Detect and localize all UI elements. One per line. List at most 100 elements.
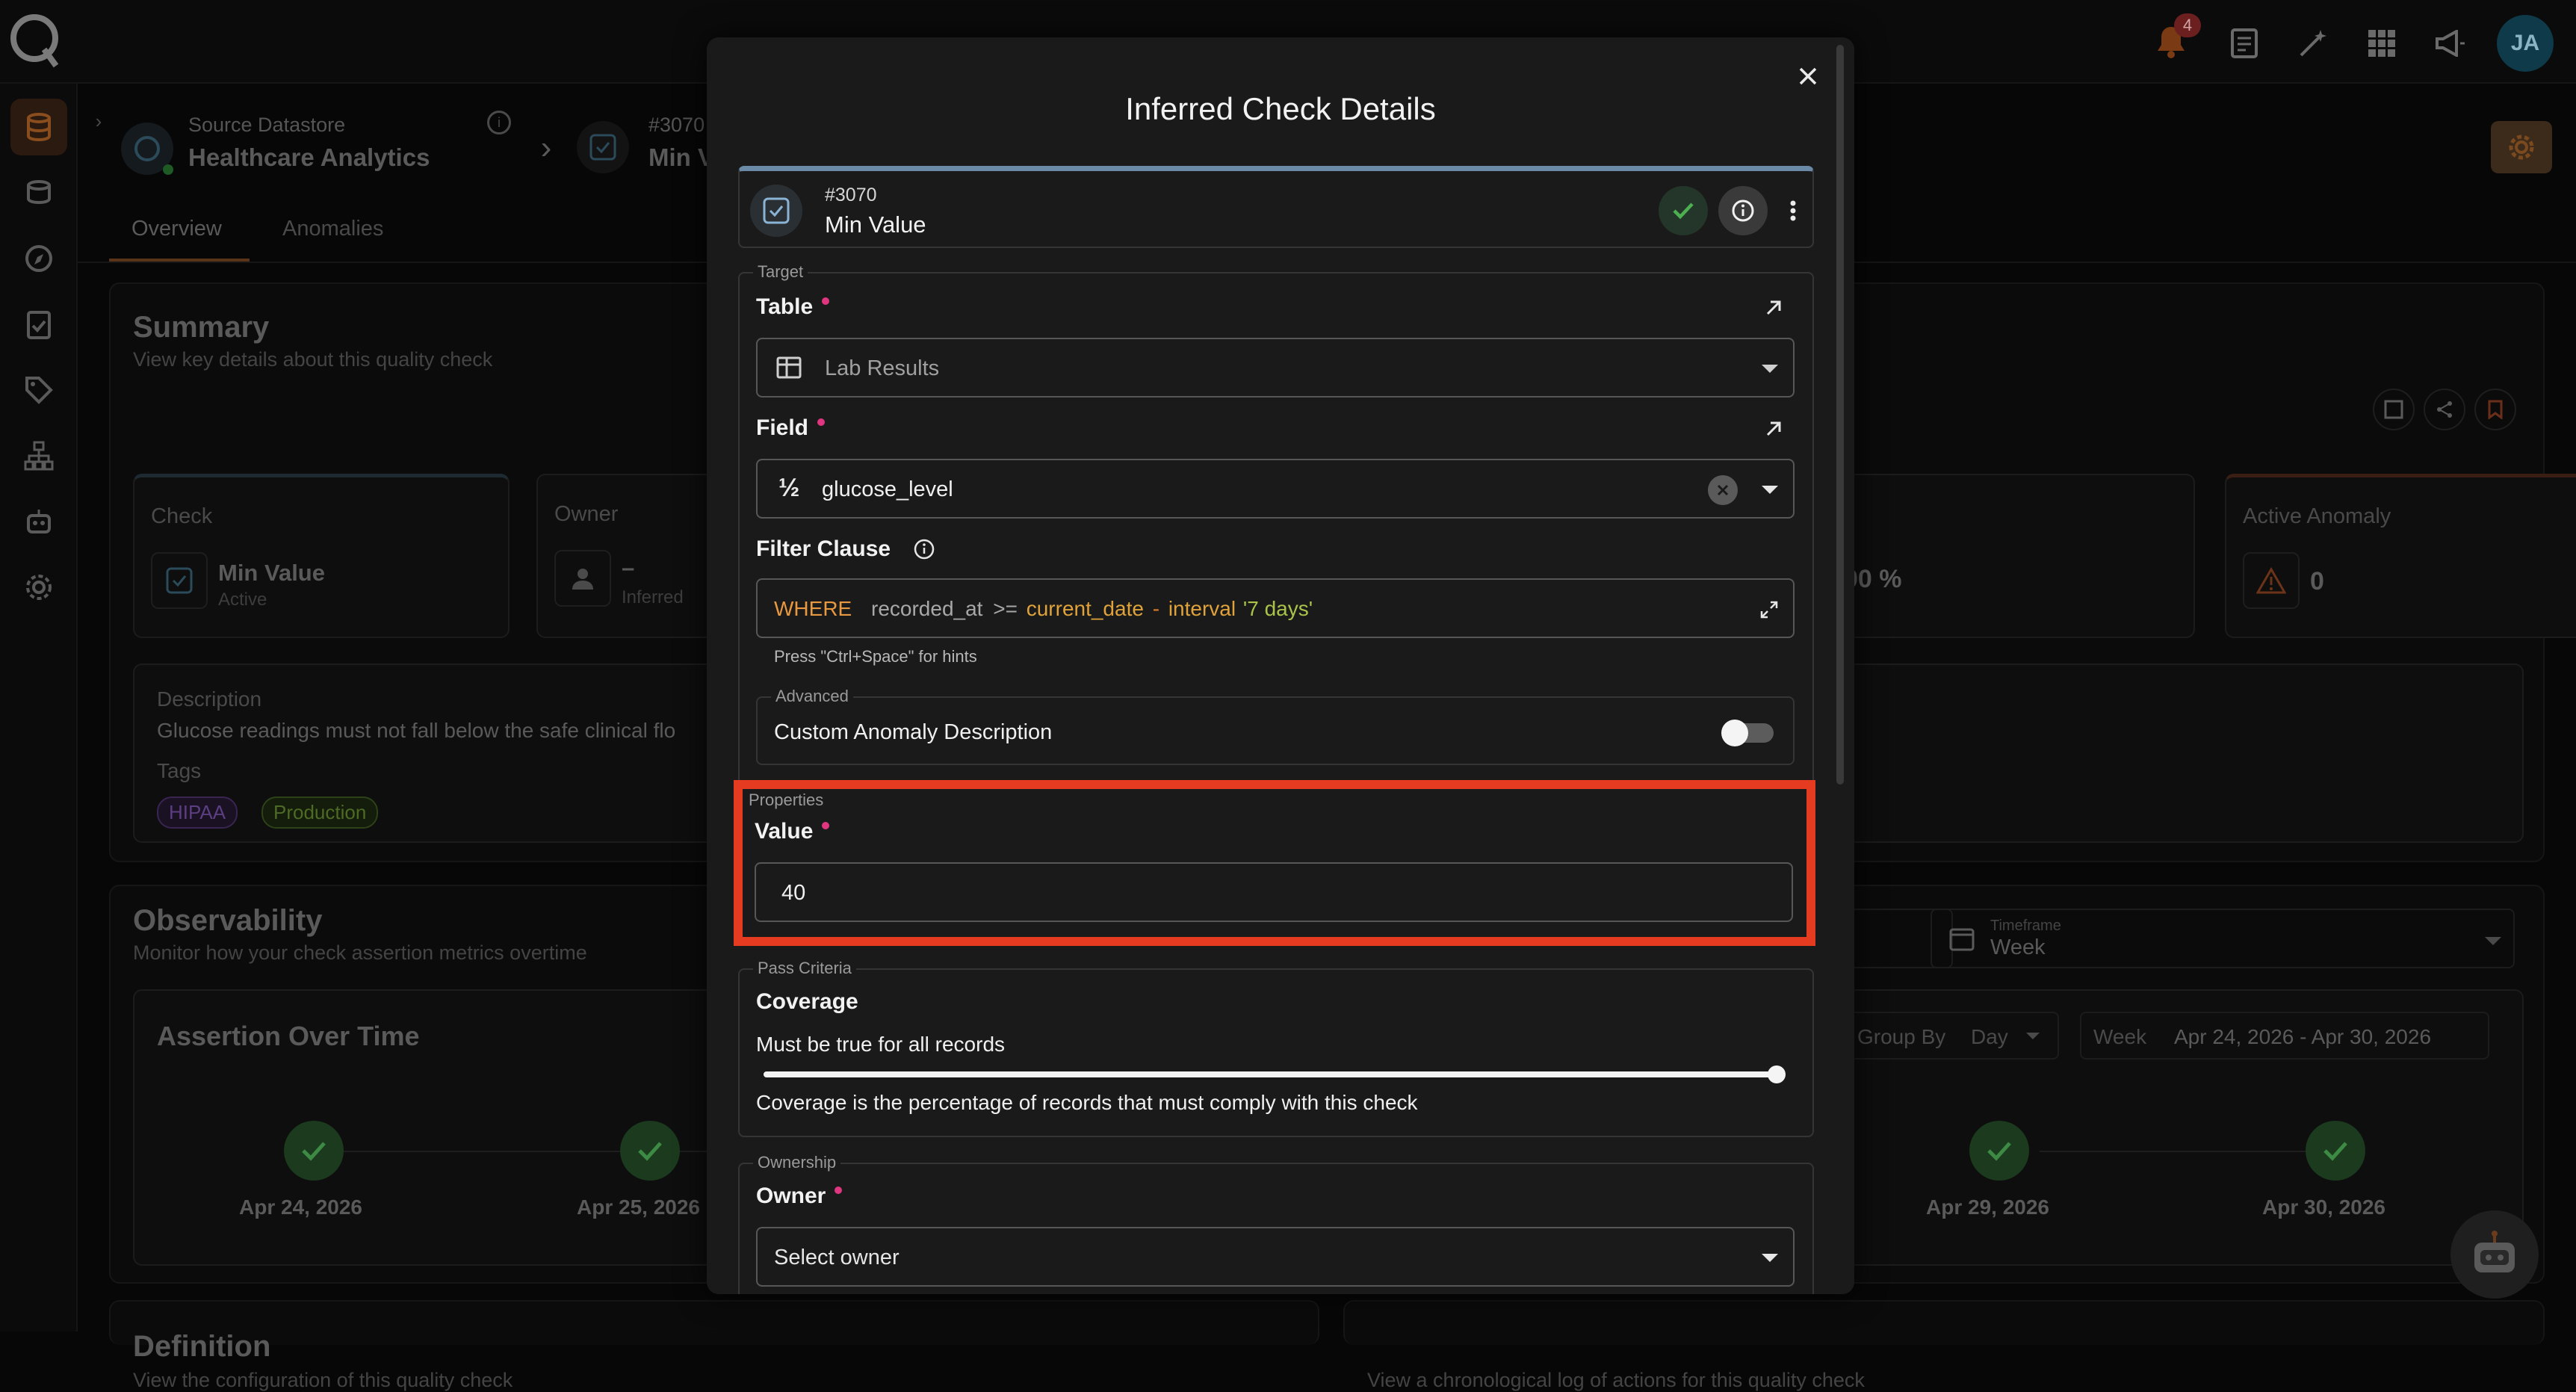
required-dot bbox=[835, 1187, 843, 1194]
description-text: Glucose readings must not fall below the… bbox=[157, 719, 676, 742]
compass-icon[interactable] bbox=[10, 230, 67, 287]
info-icon[interactable]: i bbox=[487, 111, 511, 134]
filter-info-icon[interactable] bbox=[911, 536, 937, 562]
logo-icon[interactable] bbox=[6, 10, 63, 70]
share-icon[interactable] bbox=[2424, 389, 2465, 430]
pass-check-icon[interactable] bbox=[2306, 1121, 2365, 1181]
avatar[interactable]: JA bbox=[2497, 15, 2554, 72]
bookmark-icon[interactable] bbox=[2474, 389, 2516, 430]
advanced-section: Advanced Custom Anomaly Description bbox=[756, 687, 1795, 765]
active-anomaly-card: Active Anomaly 0 bbox=[2225, 474, 2576, 638]
field-select[interactable]: ½ glucose_level bbox=[756, 459, 1795, 519]
custom-anomaly-desc-toggle[interactable] bbox=[1721, 720, 1774, 746]
timeframe-value: Week bbox=[1990, 935, 2046, 959]
fraction-type-icon: ½ bbox=[778, 474, 800, 502]
hierarchy-icon[interactable] bbox=[10, 427, 67, 484]
owner-label-wrap: Owner bbox=[756, 1184, 843, 1209]
definition-subtitle: View the configuration of this quality c… bbox=[133, 1369, 513, 1391]
tab-overview[interactable]: Overview bbox=[131, 217, 222, 241]
settings-button[interactable] bbox=[2491, 121, 2552, 173]
open-table-link-icon[interactable] bbox=[1760, 294, 1787, 321]
expand-icon[interactable] bbox=[1756, 596, 1783, 623]
field-label-wrap: Field bbox=[756, 415, 826, 441]
open-field-link-icon[interactable] bbox=[1760, 415, 1787, 442]
pass-criteria-section: Pass Criteria Coverage Must be true for … bbox=[738, 959, 1814, 1137]
tab-anomalies[interactable]: Anomalies bbox=[282, 217, 383, 241]
owner-card-label: Owner bbox=[554, 502, 619, 526]
summary-subtitle: View key details about this quality chec… bbox=[133, 348, 493, 371]
observability-title: Observability bbox=[133, 904, 323, 937]
observability-subtitle: Monitor how your check assertion metrics… bbox=[133, 941, 587, 964]
range-value: Apr 24, 2026 - Apr 30, 2026 bbox=[2174, 1025, 2432, 1048]
tag-icon[interactable] bbox=[10, 362, 67, 418]
target-legend: Target bbox=[753, 262, 808, 282]
assistant-bot-button[interactable] bbox=[2450, 1210, 2539, 1299]
check-card-label: Check bbox=[151, 504, 213, 528]
expand-sidebar-icon[interactable]: › bbox=[90, 106, 108, 136]
owner-label: Owner bbox=[756, 1184, 826, 1208]
more-options-icon[interactable] bbox=[1778, 186, 1808, 235]
coverage-slider-fill bbox=[764, 1071, 1777, 1077]
owner-placeholder: Select owner bbox=[774, 1246, 900, 1269]
tag-hipaa[interactable]: HIPAA bbox=[157, 796, 238, 829]
filter-column: recorded_at bbox=[871, 597, 983, 620]
filter-clause-editor[interactable]: WHERE recorded_at >= current_date - inte… bbox=[756, 578, 1795, 638]
active-status-check-icon[interactable] bbox=[1659, 186, 1708, 235]
check-card: Check Min Value Active bbox=[133, 474, 510, 638]
tag-production[interactable]: Production bbox=[261, 796, 379, 829]
document-icon[interactable] bbox=[2226, 25, 2262, 61]
source-name[interactable]: Healthcare Analytics bbox=[188, 143, 430, 172]
timeframe-select[interactable]: Timeframe Week bbox=[1931, 909, 2515, 968]
status-dot bbox=[163, 164, 173, 175]
info-icon[interactable] bbox=[1718, 186, 1768, 235]
robot-icon[interactable] bbox=[10, 493, 67, 550]
field-label: Field bbox=[756, 415, 809, 440]
coverage-slider-track[interactable] bbox=[764, 1065, 1786, 1083]
table-icon bbox=[774, 353, 804, 383]
summary-title: Summary bbox=[133, 311, 270, 344]
group-by-select[interactable]: Group By Day bbox=[1845, 1012, 2059, 1060]
chevron-down-icon bbox=[1762, 486, 1778, 494]
calendar-icon bbox=[1947, 924, 1977, 953]
chevron-down-icon bbox=[1762, 1254, 1778, 1262]
modal-title: Inferred Check Details bbox=[1125, 91, 1436, 126]
group-by-dropdown-icon bbox=[2026, 1033, 2040, 1039]
filter-where-keyword: WHERE bbox=[774, 597, 852, 620]
table-select[interactable]: Lab Results bbox=[756, 338, 1795, 398]
anomaly-value: 0 bbox=[2310, 567, 2324, 596]
pass-check-icon[interactable] bbox=[620, 1121, 680, 1181]
datastores-icon[interactable] bbox=[10, 164, 67, 221]
megaphone-icon[interactable] bbox=[2433, 25, 2468, 61]
date-label: Apr 29, 2026 bbox=[1926, 1195, 2049, 1219]
close-icon[interactable] bbox=[1789, 57, 1827, 96]
definition-panel: Definition View the configuration of thi… bbox=[109, 1300, 1319, 1391]
filter-clause-label: Filter Clause bbox=[756, 536, 891, 561]
filter-function: current_date bbox=[1026, 597, 1144, 620]
source-label: Source Datastore bbox=[188, 114, 346, 136]
modal-scrollbar[interactable] bbox=[1836, 45, 1844, 785]
required-dot bbox=[822, 297, 830, 305]
gear-icon[interactable] bbox=[10, 559, 67, 616]
filter-hint: Press "Ctrl+Space" for hints bbox=[774, 647, 977, 666]
checklist-icon[interactable] bbox=[10, 296, 67, 353]
date-range-select[interactable]: Week Apr 24, 2026 - Apr 30, 2026 bbox=[2080, 1012, 2489, 1060]
pass-criteria-legend: Pass Criteria bbox=[753, 959, 856, 978]
owner-select[interactable]: Select owner bbox=[756, 1227, 1795, 1287]
properties-legend: Properties bbox=[749, 791, 824, 809]
pass-check-icon[interactable] bbox=[284, 1121, 344, 1181]
clear-icon[interactable] bbox=[1708, 475, 1738, 505]
ownership-legend: Ownership bbox=[753, 1153, 841, 1172]
value-input[interactable]: 40 bbox=[755, 862, 1793, 922]
filter-minus: - bbox=[1152, 597, 1160, 620]
grid-icon[interactable] bbox=[2364, 25, 2400, 61]
database-icon[interactable] bbox=[10, 99, 67, 155]
table-label-wrap: Table bbox=[756, 294, 830, 320]
filter-string: '7 days' bbox=[1242, 597, 1313, 620]
check-icon bbox=[577, 121, 629, 173]
coverage-slider-thumb[interactable] bbox=[1768, 1065, 1786, 1083]
pass-check-icon[interactable] bbox=[1969, 1121, 2029, 1181]
check-card-status: Active bbox=[218, 590, 267, 610]
export-icon[interactable] bbox=[2373, 389, 2415, 430]
magic-icon[interactable] bbox=[2295, 25, 2331, 61]
timeframe-dropdown-icon bbox=[2485, 937, 2501, 945]
